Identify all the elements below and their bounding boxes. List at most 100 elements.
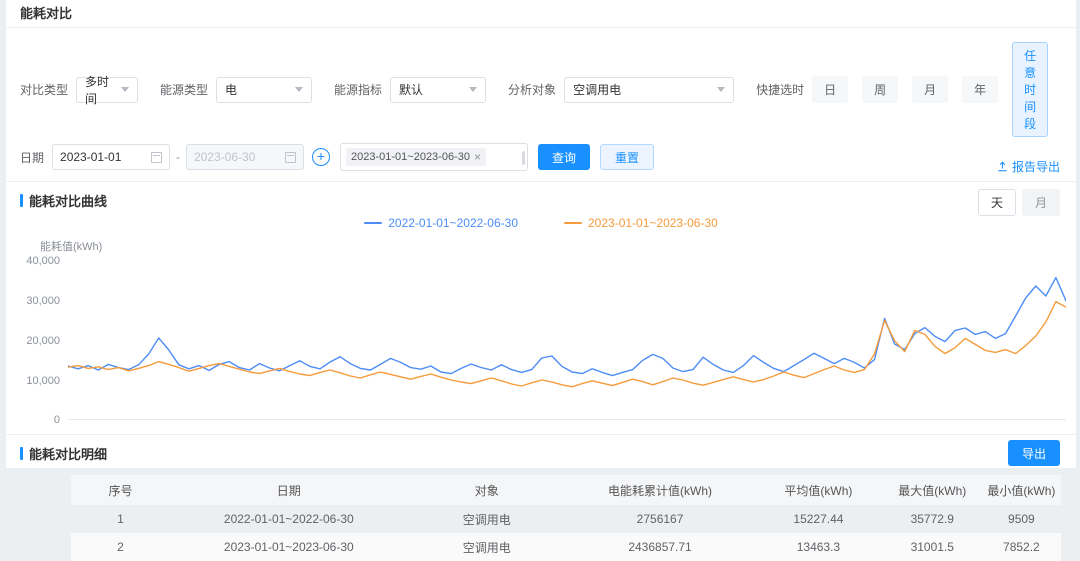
compare-type-label: 对比类型	[20, 81, 68, 98]
day-toggle-button[interactable]: 天	[978, 189, 1016, 216]
query-button[interactable]: 查询	[538, 144, 590, 170]
cell-total: 2756167	[566, 505, 754, 533]
energy-indicator-group: 能源指标 默认	[334, 77, 486, 103]
start-date-value: 2023-01-01	[60, 150, 121, 164]
date-range-tag-text: 2023-01-01~2023-06-30	[351, 151, 470, 163]
col-header-average: 平均值(kWh)	[754, 475, 883, 505]
energy-indicator-value: 默认	[399, 81, 423, 98]
page-title: 能耗对比	[20, 6, 72, 21]
filter-bar: 对比类型 多时间 能源类型 电 能源指标 默认	[6, 28, 1076, 182]
analysis-object-value: 空调用电	[573, 81, 621, 98]
col-header-date: 日期	[170, 475, 408, 505]
chart-section-header: 能耗对比曲线 天 月	[6, 182, 1076, 214]
col-header-object: 对象	[408, 475, 566, 505]
cell-date: 2022-01-01~2022-06-30	[170, 505, 408, 533]
energy-comparison-page: 能耗对比 对比类型 多时间 能源类型 电 能源指标 默认	[6, 0, 1076, 468]
report-export-label: 报告导出	[1012, 158, 1060, 175]
cell-total: 2436857.71	[566, 533, 754, 561]
line-chart	[68, 260, 1066, 420]
cell-average: 15227.44	[754, 505, 883, 533]
tagbox-scrollbar[interactable]	[522, 151, 525, 165]
energy-type-value: 电	[225, 81, 237, 98]
y-tick: 40,000	[26, 255, 60, 267]
start-date-input[interactable]: 2023-01-01	[52, 144, 170, 170]
month-toggle-button[interactable]: 月	[1022, 189, 1060, 216]
quick-day-button[interactable]: 日	[812, 76, 848, 103]
y-axis-title: 能耗值(kWh)	[40, 238, 1076, 254]
table-row[interactable]: 2 2023-01-01~2023-06-30 空调用电 2436857.71 …	[71, 533, 1061, 561]
granularity-toggle: 天 月	[978, 189, 1060, 216]
plot-area	[68, 260, 1066, 420]
plot-wrap: 40,000 30,000 20,000 10,000 0	[6, 260, 1076, 420]
y-tick: 30,000	[26, 295, 60, 307]
end-date-input[interactable]: 2023-06-30	[186, 144, 304, 170]
export-button[interactable]: 导出	[1008, 440, 1060, 466]
energy-indicator-label: 能源指标	[334, 81, 382, 98]
calendar-icon	[151, 152, 162, 163]
table-header-row: 序号 日期 对象 电能耗累计值(kWh) 平均值(kWh) 最大值(kWh) 最…	[71, 475, 1061, 505]
section-accent-bar	[20, 447, 23, 460]
export-icon	[997, 161, 1008, 172]
legend-line-icon	[364, 222, 382, 224]
date-separator: -	[176, 150, 180, 164]
quick-select-group: 快捷选时 日 周 月 年 任意时间段	[756, 42, 1048, 137]
quick-custom-range-button[interactable]: 任意时间段	[1012, 42, 1048, 137]
cell-min: 7852.2	[982, 533, 1061, 561]
filter-row-1: 对比类型 多时间 能源类型 电 能源指标 默认	[20, 42, 1060, 137]
compare-type-group: 对比类型 多时间	[20, 77, 138, 103]
date-range-tag: 2023-01-01~2023-06-30 ×	[346, 148, 486, 166]
legend-item-2023[interactable]: 2023-01-01~2023-06-30	[564, 216, 718, 230]
cell-index: 1	[71, 505, 170, 533]
compare-type-value: 多时间	[85, 73, 113, 107]
calendar-icon	[285, 152, 296, 163]
date-label: 日期	[20, 149, 44, 166]
cell-max: 31001.5	[883, 533, 982, 561]
col-header-min: 最小值(kWh)	[982, 475, 1061, 505]
legend-item-2022[interactable]: 2022-01-01~2022-06-30	[364, 216, 518, 230]
y-tick: 10,000	[26, 375, 60, 387]
legend-line-icon	[564, 222, 582, 224]
chevron-down-icon	[469, 87, 477, 92]
add-range-button[interactable]: +	[312, 148, 330, 166]
filter-row-2: 日期 2023-01-01 - 2023-06-30 + 2023-01-01~…	[20, 143, 1060, 171]
cell-max: 35772.9	[883, 505, 982, 533]
cell-object: 空调用电	[408, 505, 566, 533]
cell-index: 2	[71, 533, 170, 561]
legend-label: 2022-01-01~2022-06-30	[388, 216, 518, 230]
table-row[interactable]: 1 2022-01-01~2022-06-30 空调用电 2756167 152…	[71, 505, 1061, 533]
table-section-title: 能耗对比明细	[29, 444, 107, 463]
quick-week-button[interactable]: 周	[862, 76, 898, 103]
cell-date: 2023-01-01~2023-06-30	[170, 533, 408, 561]
legend-label: 2023-01-01~2023-06-30	[588, 216, 718, 230]
section-accent-bar	[20, 194, 23, 207]
reset-button[interactable]: 重置	[600, 144, 654, 170]
analysis-object-select[interactable]: 空调用电	[564, 77, 734, 103]
cell-min: 9509	[982, 505, 1061, 533]
col-header-total: 电能耗累计值(kWh)	[566, 475, 754, 505]
table-section: 能耗对比明细 导出 序号 日期 对象 电能耗累计值(kWh) 平均值(kWh) …	[6, 435, 1076, 561]
chevron-down-icon	[717, 87, 725, 92]
y-tick: 20,000	[26, 335, 60, 347]
quick-month-button[interactable]: 月	[912, 76, 948, 103]
report-export-link[interactable]: 报告导出	[997, 158, 1060, 175]
chevron-down-icon	[121, 87, 129, 92]
chart-section-title: 能耗对比曲线	[29, 191, 107, 210]
end-date-value: 2023-06-30	[194, 150, 255, 164]
table-section-header: 能耗对比明细 导出	[6, 435, 1076, 467]
analysis-object-group: 分析对象 空调用电	[508, 77, 734, 103]
compare-type-select[interactable]: 多时间	[76, 77, 138, 103]
energy-type-label: 能源类型	[160, 81, 208, 98]
quick-select-label: 快捷选时	[756, 81, 804, 98]
cell-average: 13463.3	[754, 533, 883, 561]
chart-section: 能耗对比曲线 天 月 2022-01-01~2022-06-30 2023-01…	[6, 182, 1076, 435]
analysis-object-label: 分析对象	[508, 81, 556, 98]
energy-indicator-select[interactable]: 默认	[390, 77, 486, 103]
remove-tag-icon[interactable]: ×	[474, 152, 481, 162]
col-header-index: 序号	[71, 475, 170, 505]
quick-year-button[interactable]: 年	[962, 76, 998, 103]
energy-type-select[interactable]: 电	[216, 77, 312, 103]
date-range-tagbox[interactable]: 2023-01-01~2023-06-30 ×	[340, 143, 528, 171]
y-axis-ticks: 40,000 30,000 20,000 10,000 0	[20, 260, 68, 420]
chart-legend: 2022-01-01~2022-06-30 2023-01-01~2023-06…	[6, 216, 1076, 230]
y-tick: 0	[54, 414, 60, 426]
